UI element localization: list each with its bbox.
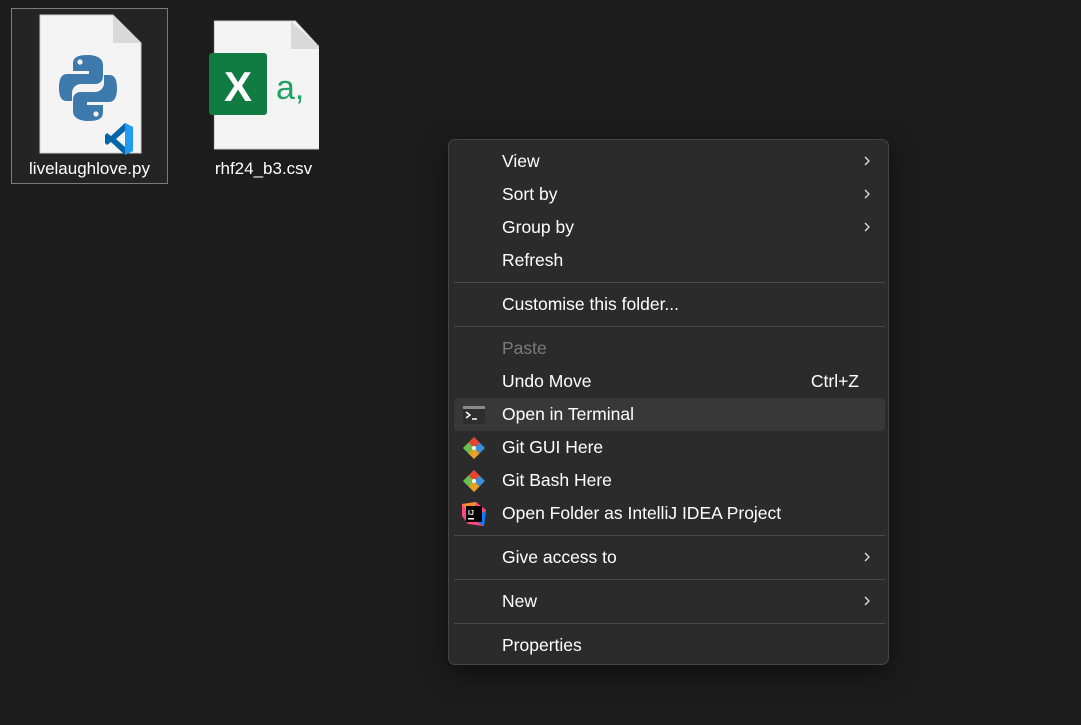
chevron-right-icon [864,189,870,199]
menu-item-label: Git GUI Here [502,437,604,457]
menu-item-open-in-terminal[interactable]: Open in Terminal [454,398,885,431]
menu-item-label: Sort by [502,184,558,204]
menu-item-label: Open in Terminal [502,404,634,424]
terminal-icon [463,406,485,424]
menu-item-group-by[interactable]: Group by [454,211,885,244]
shortcut-label: Ctrl+Z [810,371,859,391]
menu-item-label: Refresh [502,250,564,270]
menu-item-customise-folder[interactable]: Customise this folder... [454,288,885,321]
menu-item-label: Properties [502,635,582,655]
file-item-rhf24-b3-csv[interactable]: X a, rhf24_b3.csv [185,8,342,184]
chevron-right-icon [864,222,870,232]
menu-item-properties[interactable]: Properties [454,629,885,662]
menu-item-undo-move[interactable]: Undo Move Ctrl+Z [454,365,885,398]
menu-item-label: Customise this folder... [502,294,680,314]
python-file-icon [39,14,142,155]
menu-item-git-bash-here[interactable]: Git Bash Here [454,464,885,497]
menu-separator [454,623,885,624]
menu-item-label: Group by [502,217,574,237]
menu-item-label: Give access to [502,547,617,567]
menu-item-git-gui-here[interactable]: Git GUI Here [454,431,885,464]
menu-item-label: View [502,151,540,171]
svg-text:IJ: IJ [468,510,474,517]
desktop[interactable]: livelaughlove.py X a, rhf24_b3.csv View … [0,0,1081,725]
intellij-idea-icon: IJ [462,502,486,526]
file-name: rhf24_b3.csv [214,159,313,178]
git-bash-icon [463,470,485,492]
context-menu: View Sort by Group by Refresh Customise … [448,139,889,665]
menu-item-label: Paste [502,338,547,358]
menu-item-label: Undo Move [502,371,592,391]
menu-separator [454,326,885,327]
menu-item-view[interactable]: View [454,145,885,178]
menu-separator [454,282,885,283]
menu-item-give-access-to[interactable]: Give access to [454,541,885,574]
menu-item-sort-by[interactable]: Sort by [454,178,885,211]
svg-text:a,: a, [276,69,304,107]
chevron-right-icon [864,156,870,166]
svg-text:X: X [224,63,252,110]
menu-item-refresh[interactable]: Refresh [454,244,885,277]
menu-item-label: Git Bash Here [502,470,612,490]
menu-item-paste: Paste [454,332,885,365]
menu-separator [454,535,885,536]
menu-item-new[interactable]: New [454,585,885,618]
chevron-right-icon [864,596,870,606]
menu-item-label: Open Folder as IntelliJ IDEA Project [502,503,782,523]
menu-item-open-intellij[interactable]: IJ Open Folder as IntelliJ IDEA Project [454,497,885,530]
chevron-right-icon [864,552,870,562]
excel-csv-file-icon: X a, [209,20,319,150]
file-item-livelaughlove-py[interactable]: livelaughlove.py [11,8,168,184]
menu-item-label: New [502,591,538,611]
git-gui-icon [463,437,485,459]
menu-separator [454,579,885,580]
file-name: livelaughlove.py [29,159,150,178]
